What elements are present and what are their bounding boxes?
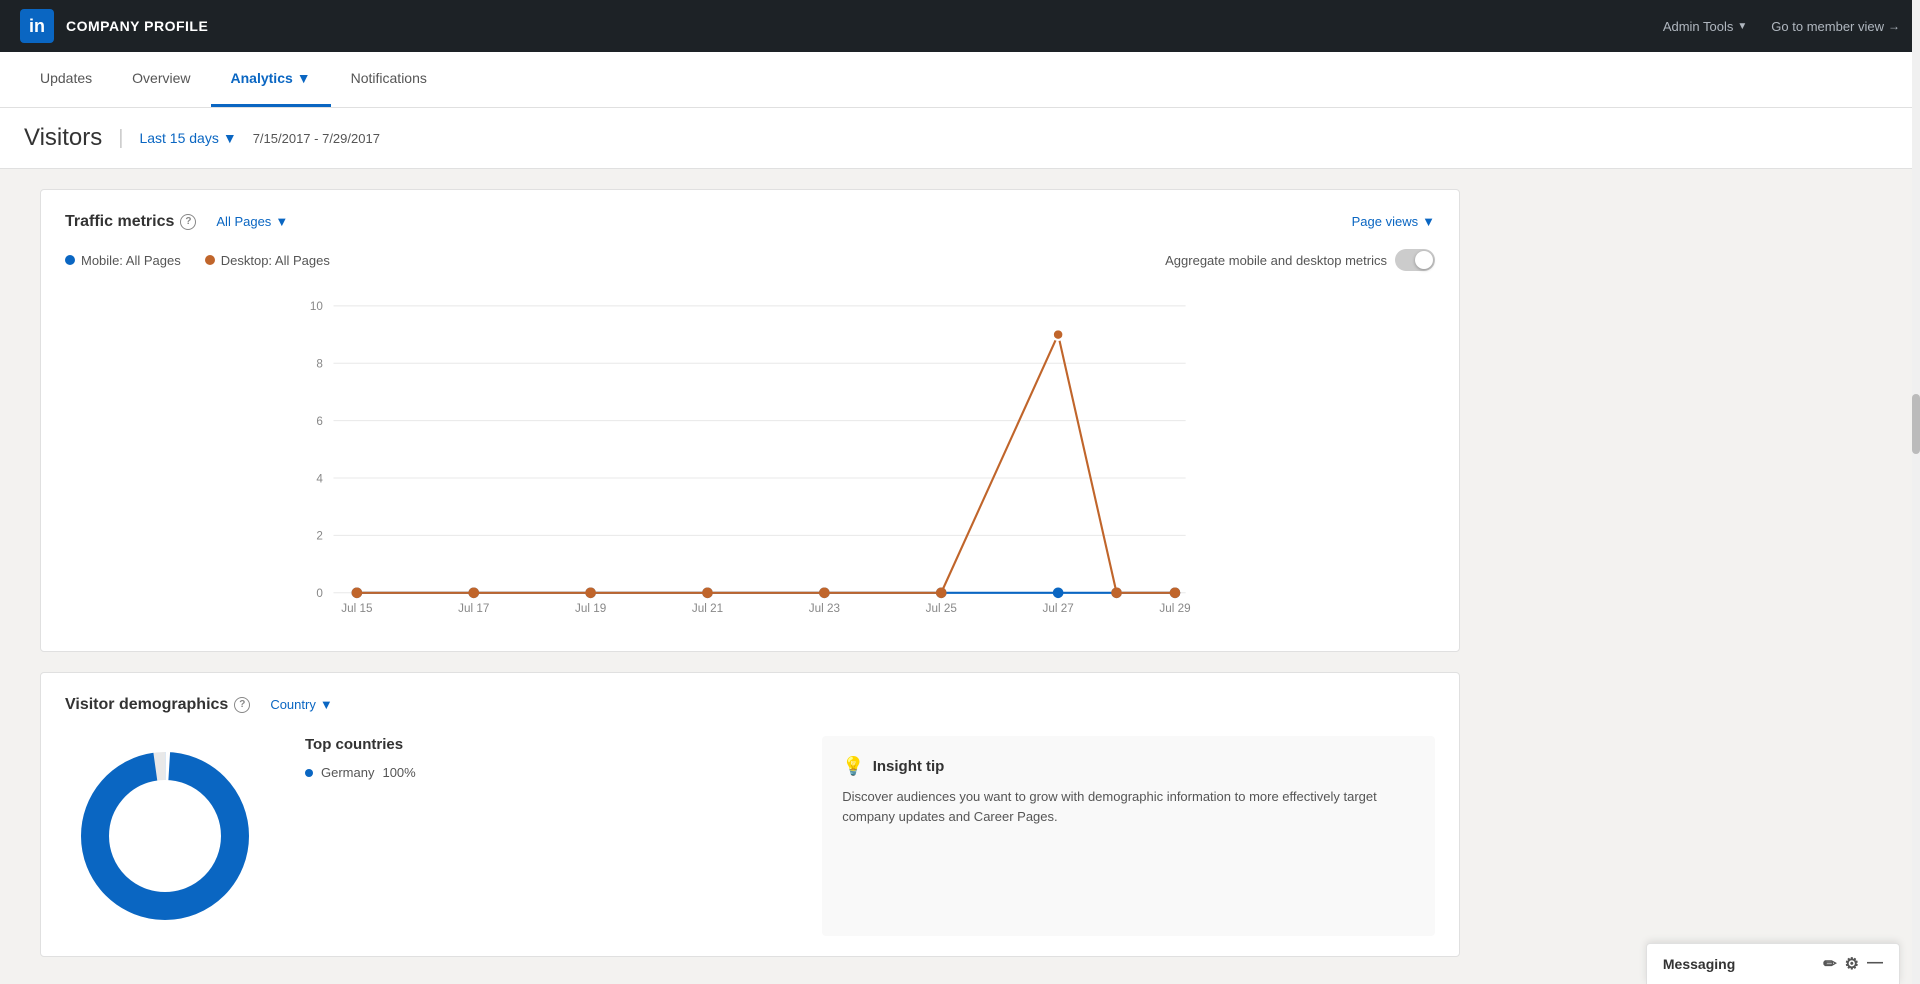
traffic-metrics-card: Traffic metrics ? All Pages ▼ Page views…: [40, 189, 1460, 652]
date-display: 7/15/2017 - 7/29/2017: [253, 131, 380, 146]
traffic-metrics-info-icon[interactable]: ?: [180, 214, 196, 230]
country-row: Germany 100%: [305, 765, 782, 780]
svg-text:6: 6: [316, 415, 323, 428]
traffic-chart: 10 8 6 4 2 0 Jul 15 Jul 17 Jul 19 Jul 21: [65, 291, 1435, 631]
scrollbar[interactable]: [1912, 0, 1920, 984]
mobile-legend-dot: [65, 255, 75, 265]
insight-header: 💡 Insight tip: [842, 756, 1415, 777]
scrollbar-thumb[interactable]: [1912, 394, 1920, 454]
messaging-label: Messaging: [1663, 956, 1735, 972]
countries-section: Top countries Germany 100%: [305, 736, 782, 936]
admin-tools-button[interactable]: Admin Tools ▼: [1663, 19, 1747, 34]
filter-dropdown-icon: ▼: [275, 214, 288, 229]
svg-text:Jul 29: Jul 29: [1159, 602, 1190, 615]
member-view-arrow-icon: →: [1888, 19, 1900, 33]
svg-text:Jul 17: Jul 17: [458, 602, 489, 615]
country-name: Germany: [321, 765, 374, 780]
aggregate-toggle[interactable]: [1395, 249, 1435, 271]
topbar-right: Admin Tools ▼ Go to member view →: [1663, 19, 1900, 34]
card-header-left: Traffic metrics ? All Pages ▼: [65, 210, 296, 233]
chart-legend: Mobile: All Pages Desktop: All Pages Agg…: [65, 249, 1435, 271]
linkedin-logo: in: [20, 9, 54, 43]
svg-text:2: 2: [316, 530, 323, 543]
compose-message-icon[interactable]: ✏: [1823, 954, 1836, 974]
page-content: Traffic metrics ? All Pages ▼ Page views…: [0, 169, 1500, 977]
country-dropdown-icon: ▼: [320, 697, 333, 712]
insight-section: 💡 Insight tip Discover audiences you wan…: [822, 736, 1435, 936]
desktop-legend-item: Desktop: All Pages: [205, 253, 330, 268]
svg-text:Jul 25: Jul 25: [926, 602, 957, 615]
visitors-title: Visitors: [24, 124, 102, 152]
subnav: Updates Overview Analytics ▼ Notificatio…: [0, 52, 1920, 108]
toggle-knob: [1415, 251, 1433, 269]
messaging-bar[interactable]: Messaging ✏ ⚙ —: [1646, 943, 1900, 984]
country-filter-button[interactable]: Country ▼: [262, 693, 340, 716]
card-header: Traffic metrics ? All Pages ▼ Page views…: [65, 210, 1435, 233]
nav-item-notifications[interactable]: Notifications: [331, 52, 447, 107]
topbar: in COMPANY PROFILE Admin Tools ▼ Go to m…: [0, 0, 1920, 52]
svg-text:Jul 15: Jul 15: [341, 602, 372, 615]
admin-tools-dropdown-icon: ▼: [1737, 21, 1747, 32]
top-countries-title: Top countries: [305, 736, 782, 753]
svg-text:Jul 23: Jul 23: [809, 602, 840, 615]
chart-svg: 10 8 6 4 2 0 Jul 15 Jul 17 Jul 19 Jul 21: [65, 291, 1435, 631]
desktop-legend-dot: [205, 255, 215, 265]
svg-text:8: 8: [316, 358, 323, 371]
topbar-left: in COMPANY PROFILE: [20, 9, 208, 43]
visitors-divider: |: [118, 127, 123, 150]
close-message-icon[interactable]: —: [1867, 954, 1883, 974]
nav-item-analytics[interactable]: Analytics ▼: [211, 52, 331, 107]
svg-text:Jul 27: Jul 27: [1043, 602, 1074, 615]
demographics-info-icon[interactable]: ?: [234, 697, 250, 713]
page-views-button[interactable]: Page views ▼: [1352, 214, 1435, 229]
analytics-dropdown-icon: ▼: [297, 70, 311, 86]
legend-left: Mobile: All Pages Desktop: All Pages: [65, 253, 330, 268]
visitors-section: Visitors | Last 15 days ▼ 7/15/2017 - 7/…: [0, 108, 1920, 169]
demographics-header: Visitor demographics ? Country ▼: [65, 693, 1435, 716]
insight-title: Insight tip: [873, 758, 945, 775]
settings-message-icon[interactable]: ⚙: [1845, 954, 1859, 974]
all-pages-filter-button[interactable]: All Pages ▼: [208, 210, 296, 233]
nav-item-updates[interactable]: Updates: [20, 52, 112, 107]
svg-text:10: 10: [310, 300, 323, 313]
svg-text:Jul 21: Jul 21: [692, 602, 723, 615]
insight-text: Discover audiences you want to grow with…: [842, 787, 1415, 826]
demographics-card: Visitor demographics ? Country ▼: [40, 672, 1460, 957]
mobile-legend-item: Mobile: All Pages: [65, 253, 181, 268]
donut-chart: [65, 736, 265, 936]
date-range-button[interactable]: Last 15 days ▼: [139, 130, 236, 146]
svg-text:0: 0: [316, 587, 323, 600]
nav-item-overview[interactable]: Overview: [112, 52, 210, 107]
demographics-content: Top countries Germany 100% 💡 Insight tip…: [65, 736, 1435, 936]
company-name: COMPANY PROFILE: [66, 18, 208, 34]
messaging-icons: ✏ ⚙ —: [1823, 954, 1883, 974]
country-percentage: 100%: [382, 765, 415, 780]
bulb-icon: 💡: [842, 756, 864, 777]
date-range-dropdown-icon: ▼: [223, 130, 237, 146]
aggregate-toggle-container: Aggregate mobile and desktop metrics: [1165, 249, 1435, 271]
demographics-title: Visitor demographics ?: [65, 696, 250, 714]
page-views-dropdown-icon: ▼: [1422, 214, 1435, 229]
country-dot: [305, 769, 313, 777]
svg-text:4: 4: [316, 472, 323, 485]
member-view-button[interactable]: Go to member view →: [1771, 19, 1900, 34]
traffic-metrics-title: Traffic metrics ?: [65, 213, 196, 231]
svg-text:Jul 19: Jul 19: [575, 602, 606, 615]
